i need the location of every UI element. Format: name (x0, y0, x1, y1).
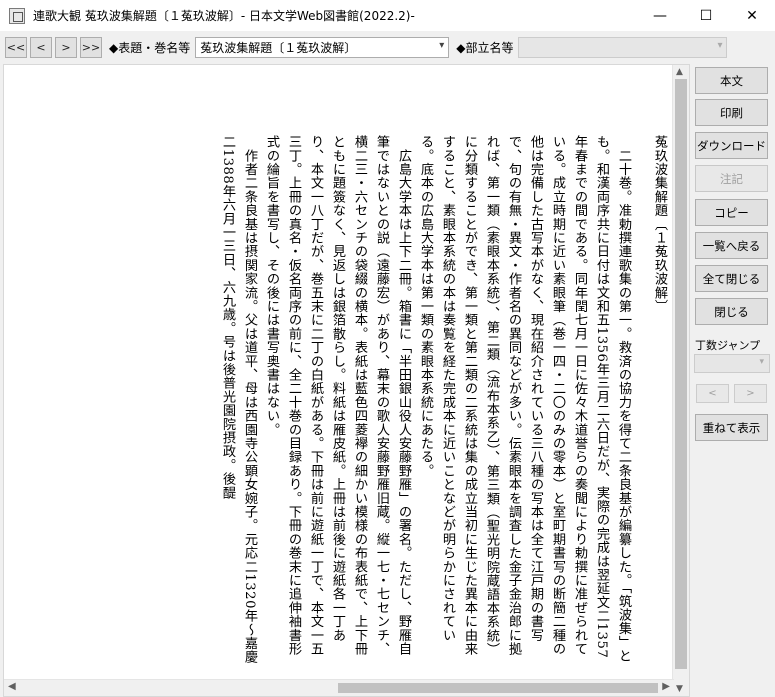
maximize-button[interactable]: ☐ (683, 0, 729, 31)
part-select-label: ◆部立名等 (456, 40, 514, 55)
horizontal-scrollbar[interactable]: ◀ ▶ (4, 679, 674, 696)
first-page-button[interactable]: << (5, 36, 27, 58)
page-jump-label: 丁数ジャンプ (695, 339, 761, 352)
app-window: 連歌大観 菟玖波集解題〔１菟玖波解〕- 日本文学Web図書館(2022.2)- … (0, 0, 775, 697)
jump-next-button[interactable]: > (734, 384, 767, 403)
jump-prev-button[interactable]: < (696, 384, 729, 403)
horizontal-scroll-thumb[interactable] (338, 683, 658, 693)
scroll-left-icon[interactable]: ◀ (8, 681, 16, 692)
prev-page-button[interactable]: < (30, 36, 52, 58)
download-button[interactable]: ダウンロード (695, 132, 768, 159)
close-view-button[interactable]: 閉じる (695, 298, 768, 325)
scroll-right-icon[interactable]: ▶ (662, 681, 670, 692)
scroll-up-icon[interactable]: ▲ (676, 67, 683, 77)
title-select[interactable]: 菟玖波集解題〔１菟玖波解〕 ▾ (195, 36, 450, 58)
document-paragraph: 作者二条良基は摂関家流。父は道平、母は西園寺公顕女婉子。元応二1320年～嘉慶二… (220, 135, 257, 664)
window-controls: — ☐ ✕ (637, 0, 775, 31)
last-page-button[interactable]: >> (80, 36, 102, 58)
back-to-list-button[interactable]: 一覧へ戻る (695, 232, 768, 259)
toolbar: << < > >> ◆表題・巻名等 菟玖波集解題〔１菟玖波解〕 ▾ ◆部立名等 … (0, 32, 775, 62)
close-button[interactable]: ✕ (729, 0, 775, 31)
title-bar: 連歌大観 菟玖波集解題〔１菟玖波解〕- 日本文学Web図書館(2022.2)- … (0, 0, 775, 31)
close-all-button[interactable]: 全て閉じる (695, 265, 768, 292)
vertical-scroll-thumb[interactable] (675, 79, 687, 669)
title-select-label: ◆表題・巻名等 (109, 40, 191, 55)
title-select-value: 菟玖波集解題〔１菟玖波解〕 (200, 40, 357, 55)
minimize-button[interactable]: — (637, 0, 683, 31)
chevron-down-icon: ▾ (717, 39, 723, 51)
honbun-button[interactable]: 本文 (695, 67, 768, 94)
document-paragraph: 広島大学本は上下二冊。箱書に「半田銀山役人安藤野雁」の署名。ただし、野雁自筆では… (264, 135, 411, 656)
document-viewer[interactable]: 菟玖波集解題〔１菟玖波解〕 二十巻。准勅撰連歌集の第一。救済の協力を得て二条良基… (3, 64, 690, 697)
app-icon (9, 7, 25, 24)
next-page-button[interactable]: > (55, 36, 77, 58)
chevron-down-icon: ▾ (759, 357, 764, 367)
window-title: 連歌大観 菟玖波集解題〔１菟玖波解〕- 日本文学Web図書館(2022.2)- (33, 9, 415, 23)
copy-button[interactable]: コピー (695, 199, 768, 226)
chevron-down-icon: ▾ (439, 39, 445, 51)
vertical-scrollbar[interactable]: ▲ ▼ (672, 65, 689, 696)
part-select[interactable]: ▾ (518, 36, 728, 58)
page-jump-select[interactable]: ▾ (694, 354, 770, 373)
document-heading: 菟玖波集解題〔１菟玖波解〕 (652, 135, 667, 314)
scroll-down-icon[interactable]: ▼ (676, 684, 683, 694)
document-text: 菟玖波集解題〔１菟玖波解〕 二十巻。准勅撰連歌集の第一。救済の協力を得て二条良基… (216, 135, 670, 669)
note-button[interactable]: 注記 (695, 165, 768, 192)
print-button[interactable]: 印刷 (695, 99, 768, 126)
overlay-button[interactable]: 重ねて表示 (695, 414, 768, 441)
document-paragraph: 二十巻。准勅撰連歌集の第一。救済の協力を得て二条良基が編纂した。「筑波集」とも。… (418, 135, 631, 663)
